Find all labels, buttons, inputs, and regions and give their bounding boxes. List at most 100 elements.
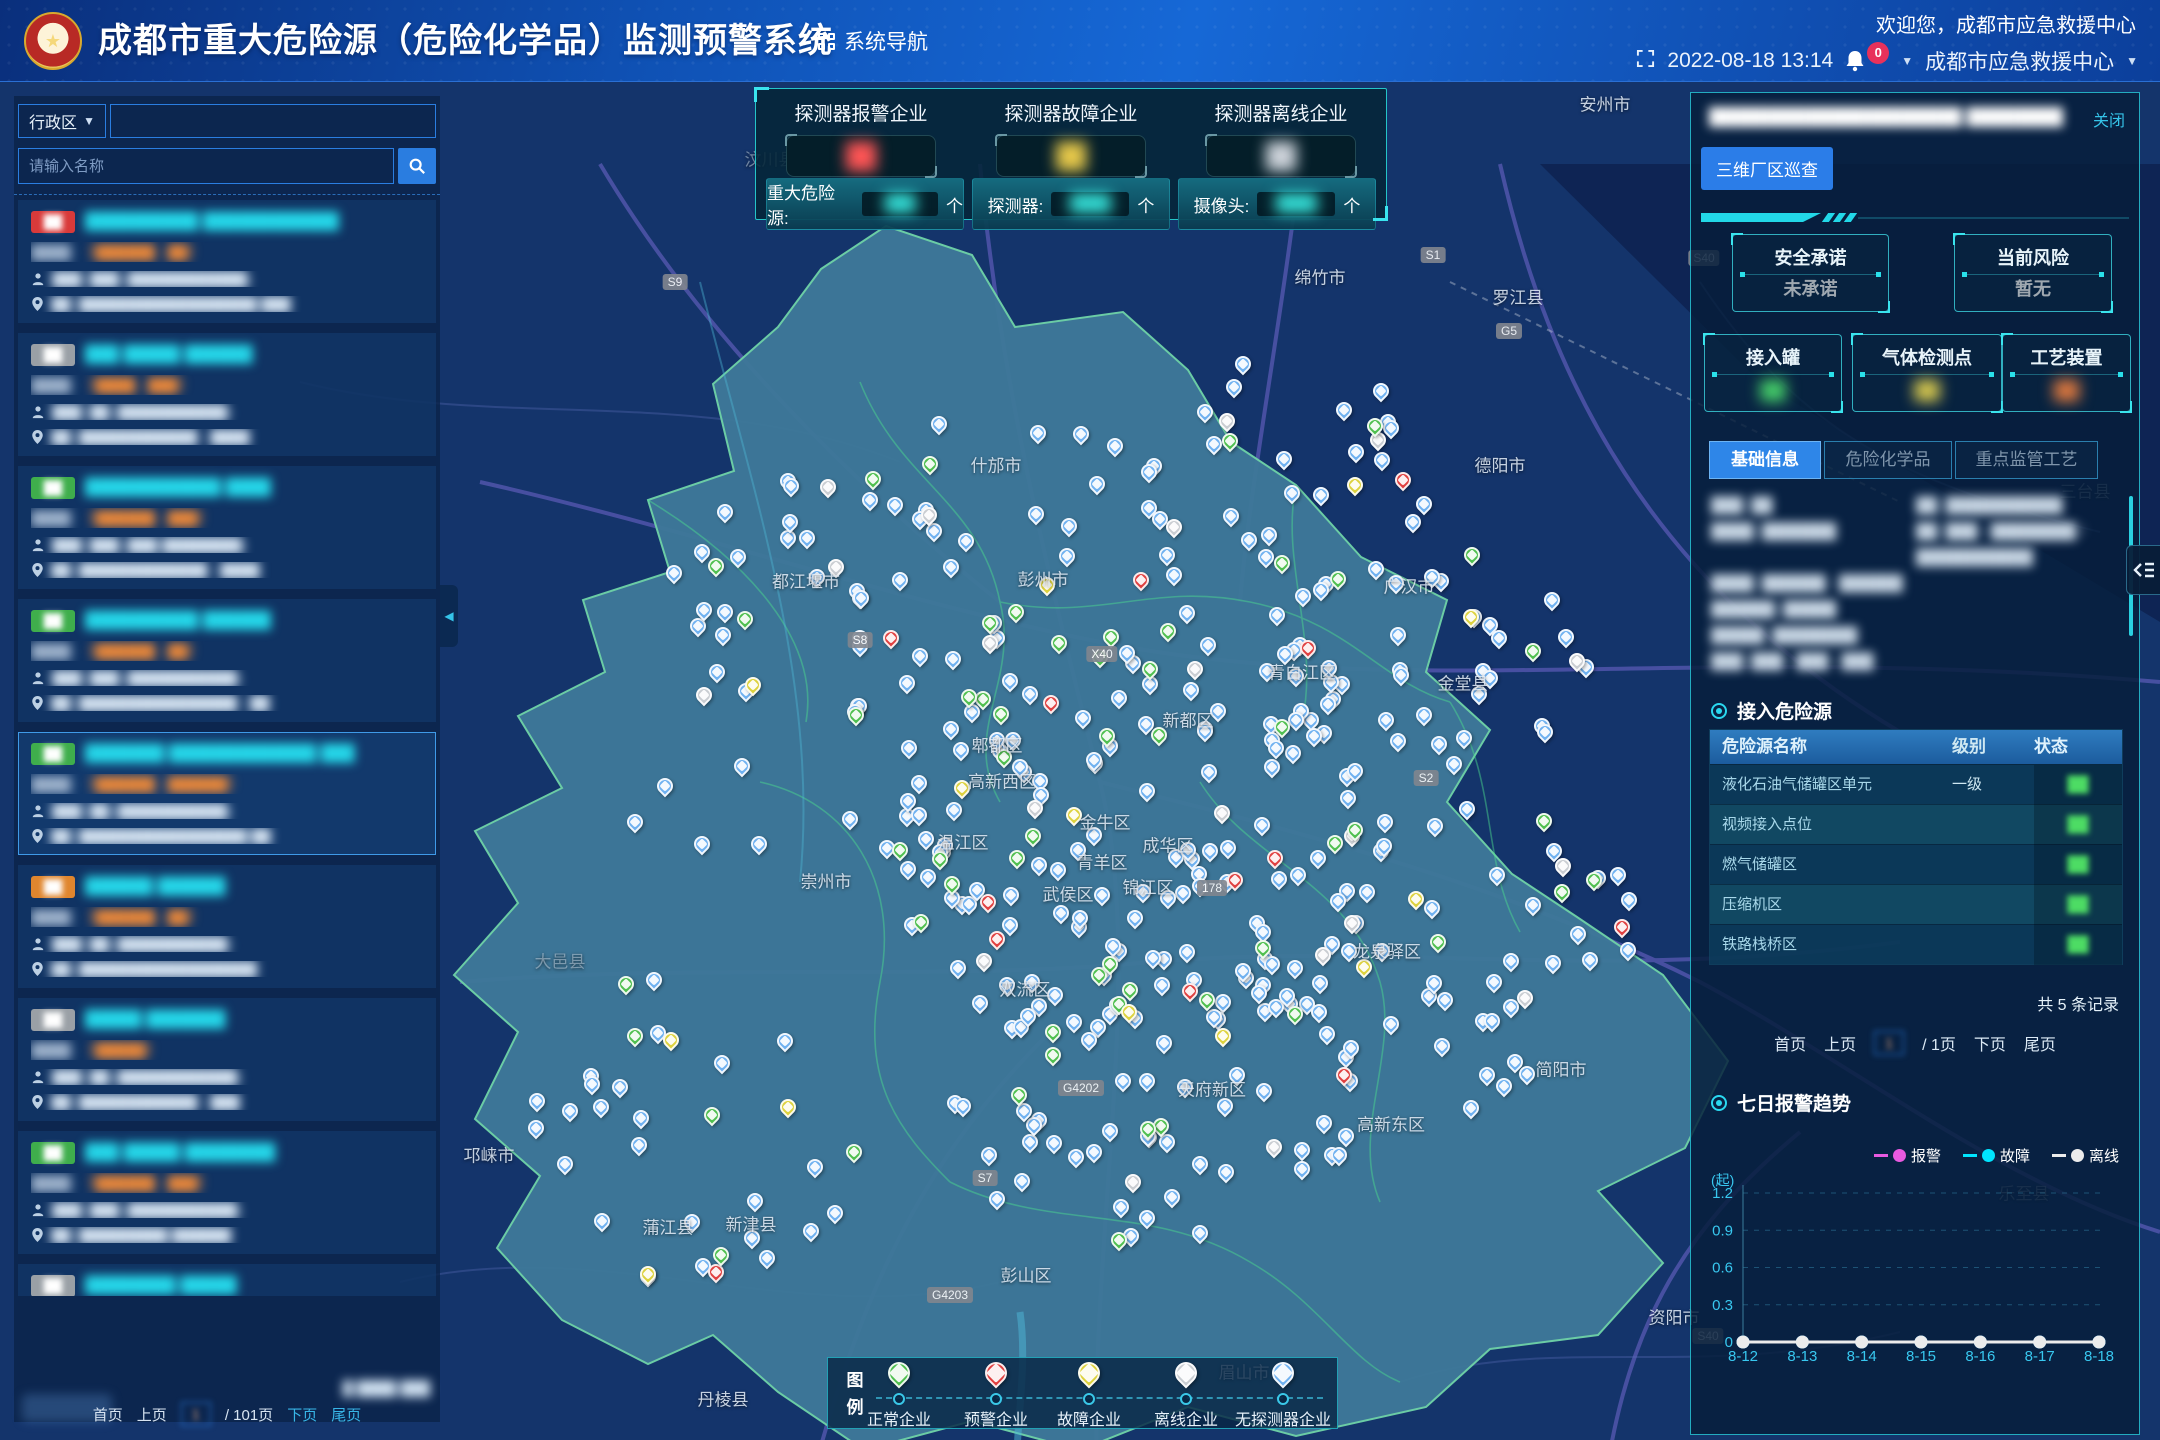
pagination-prev[interactable]: 上页	[137, 1404, 167, 1425]
map-pin[interactable]	[940, 718, 963, 741]
map-pin[interactable]	[947, 957, 970, 980]
map-pin[interactable]	[1086, 472, 1109, 495]
hz-pagination-first[interactable]: 首页	[1774, 1031, 1806, 1055]
map-pin[interactable]	[1070, 423, 1093, 446]
district-select-box[interactable]	[110, 104, 436, 138]
map-pin[interactable]	[643, 968, 666, 991]
map-pin[interactable]	[896, 672, 919, 695]
map-pin[interactable]	[525, 1117, 548, 1140]
map-pin[interactable]	[1217, 836, 1240, 859]
map-pin[interactable]	[1176, 601, 1199, 624]
search-button[interactable]	[398, 148, 436, 184]
map-pin[interactable]	[1027, 421, 1050, 444]
map-pin[interactable]	[1291, 1139, 1314, 1162]
map-pin[interactable]	[1286, 864, 1309, 887]
map-pin[interactable]	[1019, 682, 1042, 705]
map-pin[interactable]	[942, 799, 965, 822]
map-pin[interactable]	[1189, 1152, 1212, 1175]
map-pin[interactable]	[1355, 881, 1378, 904]
map-pin[interactable]	[1402, 510, 1425, 533]
map-pin[interactable]	[1427, 931, 1450, 954]
map-pin[interactable]	[1578, 949, 1601, 972]
map-pin[interactable]	[654, 774, 677, 797]
map-pin[interactable]	[908, 772, 931, 795]
map-pin[interactable]	[1022, 824, 1045, 847]
map-pin[interactable]	[989, 702, 1012, 725]
map-pin[interactable]	[839, 808, 862, 831]
map-pin[interactable]	[1375, 709, 1398, 732]
map-pin[interactable]	[748, 833, 771, 856]
map-pin[interactable]	[879, 626, 902, 649]
map-pin[interactable]	[897, 858, 920, 881]
map-pin[interactable]	[1263, 847, 1286, 870]
map-pin[interactable]	[949, 739, 972, 762]
district-filter-dropdown[interactable]: 行政区 ▼	[18, 104, 106, 138]
map-pin[interactable]	[1232, 353, 1255, 376]
map-pin[interactable]	[1223, 375, 1246, 398]
map-pin[interactable]	[1161, 1185, 1184, 1208]
system-nav-button[interactable]: 系统导航	[818, 0, 928, 82]
map-pin[interactable]	[998, 670, 1021, 693]
map-pin[interactable]	[554, 1152, 577, 1175]
map-pin[interactable]	[1091, 884, 1114, 907]
notification-caret-icon[interactable]: ▼	[1901, 54, 1913, 68]
map-pin[interactable]	[1460, 606, 1483, 629]
map-pin[interactable]	[1541, 588, 1564, 611]
map-pin[interactable]	[1460, 1097, 1483, 1120]
hazard-table-row[interactable]: 铁路栈桥区██	[1710, 924, 2122, 964]
map-pin[interactable]	[1099, 1119, 1122, 1142]
map-pin[interactable]	[928, 413, 951, 436]
company-list-item[interactable]: ████████████ ██████████:【██████ - ██】███…	[18, 599, 436, 722]
map-pin[interactable]	[1136, 1206, 1159, 1229]
map-pin[interactable]	[1065, 1146, 1088, 1169]
map-pin[interactable]	[942, 647, 965, 670]
map-pin[interactable]	[977, 1144, 1000, 1167]
hazard-table-row[interactable]: 燃气储罐区██	[1710, 844, 2122, 884]
map-pin[interactable]	[637, 1263, 660, 1286]
map-pin[interactable]	[1618, 889, 1641, 912]
map-pin[interactable]	[756, 1247, 779, 1270]
page-number-input[interactable]	[181, 1402, 211, 1426]
pagination-last[interactable]: 尾页	[331, 1404, 361, 1425]
map-pin[interactable]	[630, 1106, 653, 1129]
map-pin[interactable]	[1042, 1044, 1065, 1067]
map-pin[interactable]	[1566, 923, 1589, 946]
close-panel-link[interactable]: 关闭	[2093, 107, 2125, 131]
map-pin[interactable]	[727, 545, 750, 568]
company-list-item[interactable]: █████ █████ ████████████:【██████ - ███】█…	[18, 1131, 436, 1254]
map-pin[interactable]	[1281, 742, 1304, 765]
company-list-item[interactable]: ██████████ █████████:【██████ - ██】███: █…	[18, 1264, 436, 1296]
map-pin[interactable]	[1333, 399, 1356, 422]
map-pin[interactable]	[858, 489, 881, 512]
map-pin[interactable]	[1344, 474, 1367, 497]
map-pin[interactable]	[1047, 858, 1070, 881]
map-pin[interactable]	[1055, 545, 1078, 568]
map-pin[interactable]	[701, 1104, 724, 1127]
map-pin[interactable]	[823, 1201, 846, 1224]
map-pin[interactable]	[1610, 915, 1633, 938]
map-pin[interactable]	[1428, 733, 1451, 756]
map-pin[interactable]	[1533, 810, 1556, 833]
map-pin[interactable]	[968, 991, 991, 1014]
map-pin[interactable]	[1039, 692, 1062, 715]
map-pin[interactable]	[1196, 634, 1219, 657]
map-pin[interactable]	[1006, 847, 1029, 870]
company-list-item[interactable]: █████ █████ ██████████:【████ - ███】███: …	[18, 333, 436, 456]
map-pin[interactable]	[1153, 1032, 1176, 1055]
map-pin[interactable]	[623, 1024, 646, 1047]
map-pin[interactable]	[1267, 868, 1290, 891]
map-pin[interactable]	[897, 737, 920, 760]
map-pin[interactable]	[1198, 840, 1221, 863]
3d-plant-patrol-button[interactable]: 三维厂区巡查	[1701, 147, 1833, 190]
map-pin[interactable]	[777, 1095, 800, 1118]
map-pin[interactable]	[1476, 1063, 1499, 1086]
map-pin[interactable]	[796, 526, 819, 549]
map-pin[interactable]	[591, 1209, 614, 1232]
map-pin[interactable]	[1198, 761, 1221, 784]
map-pin[interactable]	[1485, 864, 1508, 887]
map-pin[interactable]	[1344, 441, 1367, 464]
map-pin[interactable]	[884, 494, 907, 517]
company-list-item[interactable]: ███████ ███████████:【█████】███: ██ (████…	[18, 998, 436, 1121]
map-pin[interactable]	[1130, 569, 1153, 592]
map-pin[interactable]	[889, 569, 912, 592]
